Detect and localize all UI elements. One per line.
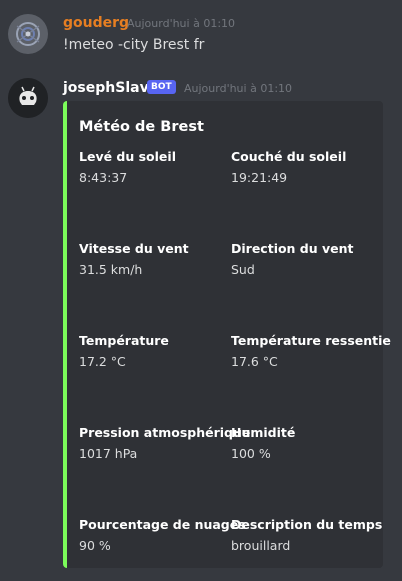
bot-avatar-icon (8, 78, 48, 118)
field-name: Pression atmosphérique (79, 425, 251, 440)
field-value: 1017 hPa (79, 446, 138, 461)
field-name: Pourcentage de nuages (79, 517, 246, 532)
field-temperature: Température 17.2 °C (79, 333, 229, 370)
timestamp: Aujourd'hui à 01:10 (127, 17, 236, 30)
weather-embed: Météo de Brest Levé du soleil 8:43:37 Co… (63, 101, 391, 568)
field-value: Sud (231, 262, 255, 277)
field-name: Humidité (231, 425, 296, 440)
field-name: Levé du soleil (79, 149, 176, 164)
field-name: Vitesse du vent (79, 241, 189, 256)
field-name: Couché du soleil (231, 149, 347, 164)
field-name: Direction du vent (231, 241, 354, 256)
field-wind-direction: Direction du vent Sud (231, 241, 381, 278)
username[interactable]: josephSlave (63, 79, 158, 97)
embed-title: Météo de Brest (79, 119, 204, 135)
field-weather-description: Description du temps brouillard (231, 517, 383, 554)
user-avatar-icon (8, 14, 48, 54)
field-sunrise: Levé du soleil 8:43:37 (79, 149, 229, 186)
username[interactable]: gouderg (63, 14, 129, 32)
field-pressure: Pression atmosphérique 1017 hPa (79, 425, 251, 462)
field-value: 17.6 °C (231, 354, 278, 369)
bot-badge: BOT (147, 80, 176, 94)
field-value: 17.2 °C (79, 354, 126, 369)
field-value: 90 % (79, 538, 111, 553)
field-value: 19:21:49 (231, 170, 288, 185)
field-feels-like: Température ressentie 17.6 °C (231, 333, 391, 370)
avatar[interactable] (8, 78, 48, 118)
field-value: brouillard (231, 538, 291, 553)
field-name: Température ressentie (231, 333, 391, 348)
avatar[interactable] (8, 14, 48, 54)
field-name: Température (79, 333, 169, 348)
field-humidity: Humidité 100 % (231, 425, 381, 462)
field-cloud-cover: Pourcentage de nuages 90 % (79, 517, 246, 554)
field-value: 31.5 km/h (79, 262, 143, 277)
field-name: Description du temps (231, 517, 383, 532)
message-content: !meteo -city Brest fr (63, 37, 205, 53)
field-sunset: Couché du soleil 19:21:49 (231, 149, 381, 186)
field-value: 8:43:37 (79, 170, 128, 185)
field-value: 100 % (231, 446, 271, 461)
timestamp: Aujourd'hui à 01:10 (184, 82, 293, 95)
field-wind-speed: Vitesse du vent 31.5 km/h (79, 241, 229, 278)
